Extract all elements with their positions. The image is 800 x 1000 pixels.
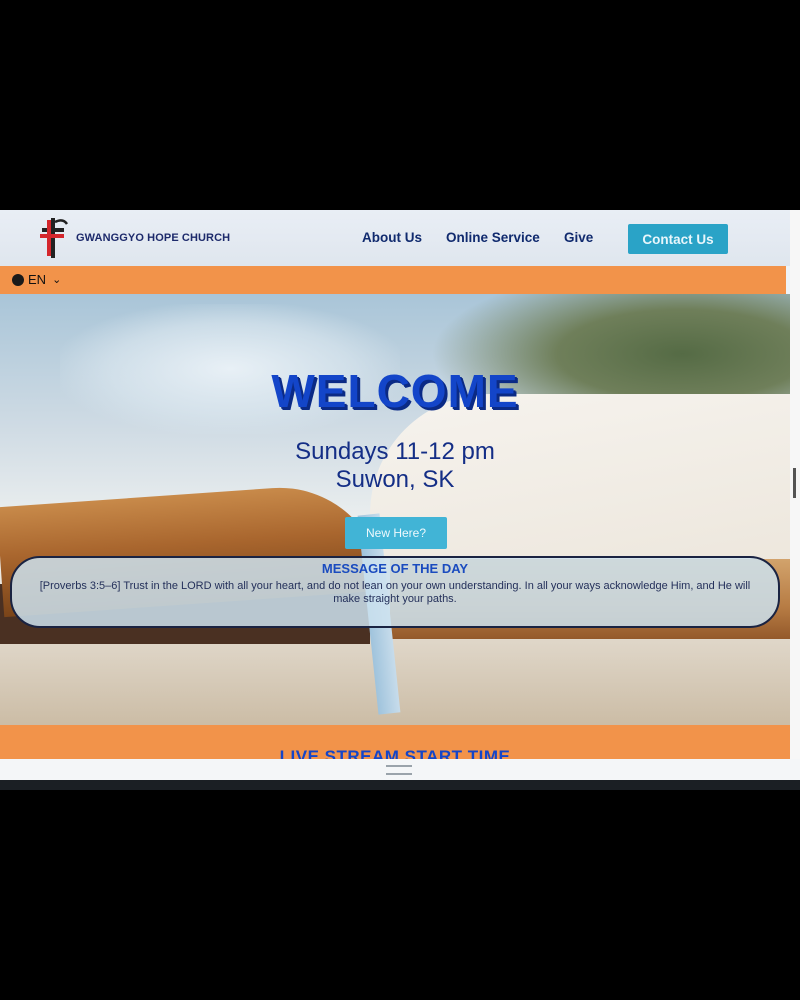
hero-title: WELCOME [271,365,519,417]
service-schedule: Sundays 11-12 pm [295,438,495,465]
browser-viewport: GWANGGYO HOPE CHURCH About Us Online Ser… [0,210,800,780]
live-stream-section: LIVE STREAM START TIME [0,725,790,759]
globe-icon [12,273,24,286]
chevron-down-icon: ⌄ [52,274,62,286]
motd-verse: [Proverbs 3:5–6] Trust in the LORD with … [39,580,751,605]
brand-name[interactable]: GWANGGYO HOPE CHURCH [76,232,230,244]
nav-online-service[interactable]: Online Service [446,230,540,245]
contact-us-button[interactable]: Contact Us [628,224,728,254]
scrollbar-handle[interactable] [793,468,796,498]
drag-handle-icon[interactable] [386,765,412,775]
site-header: GWANGGYO HOPE CHURCH About Us Online Ser… [0,210,800,266]
new-here-button[interactable]: New Here? [345,517,447,549]
church-logo-icon[interactable] [38,216,72,260]
taskbar [0,780,800,790]
motd-title: MESSAGE OF THE DAY [321,561,469,576]
nav-give[interactable]: Give [564,230,593,245]
live-stream-title: LIVE STREAM START TIME [279,747,511,759]
language-bar: EN ⌄ [0,266,786,294]
message-of-the-day-card: MESSAGE OF THE DAY [Proverbs 3:5–6] Trus… [10,556,780,628]
hero-section: WELCOME Sundays 11-12 pm Suwon, SK New H… [0,294,790,736]
language-label: EN [28,272,47,287]
nav-about-us[interactable]: About Us [362,230,422,245]
language-selector[interactable]: EN ⌄ [12,272,61,287]
bottom-bar [0,759,800,780]
service-location: Suwon, SK [335,466,455,493]
